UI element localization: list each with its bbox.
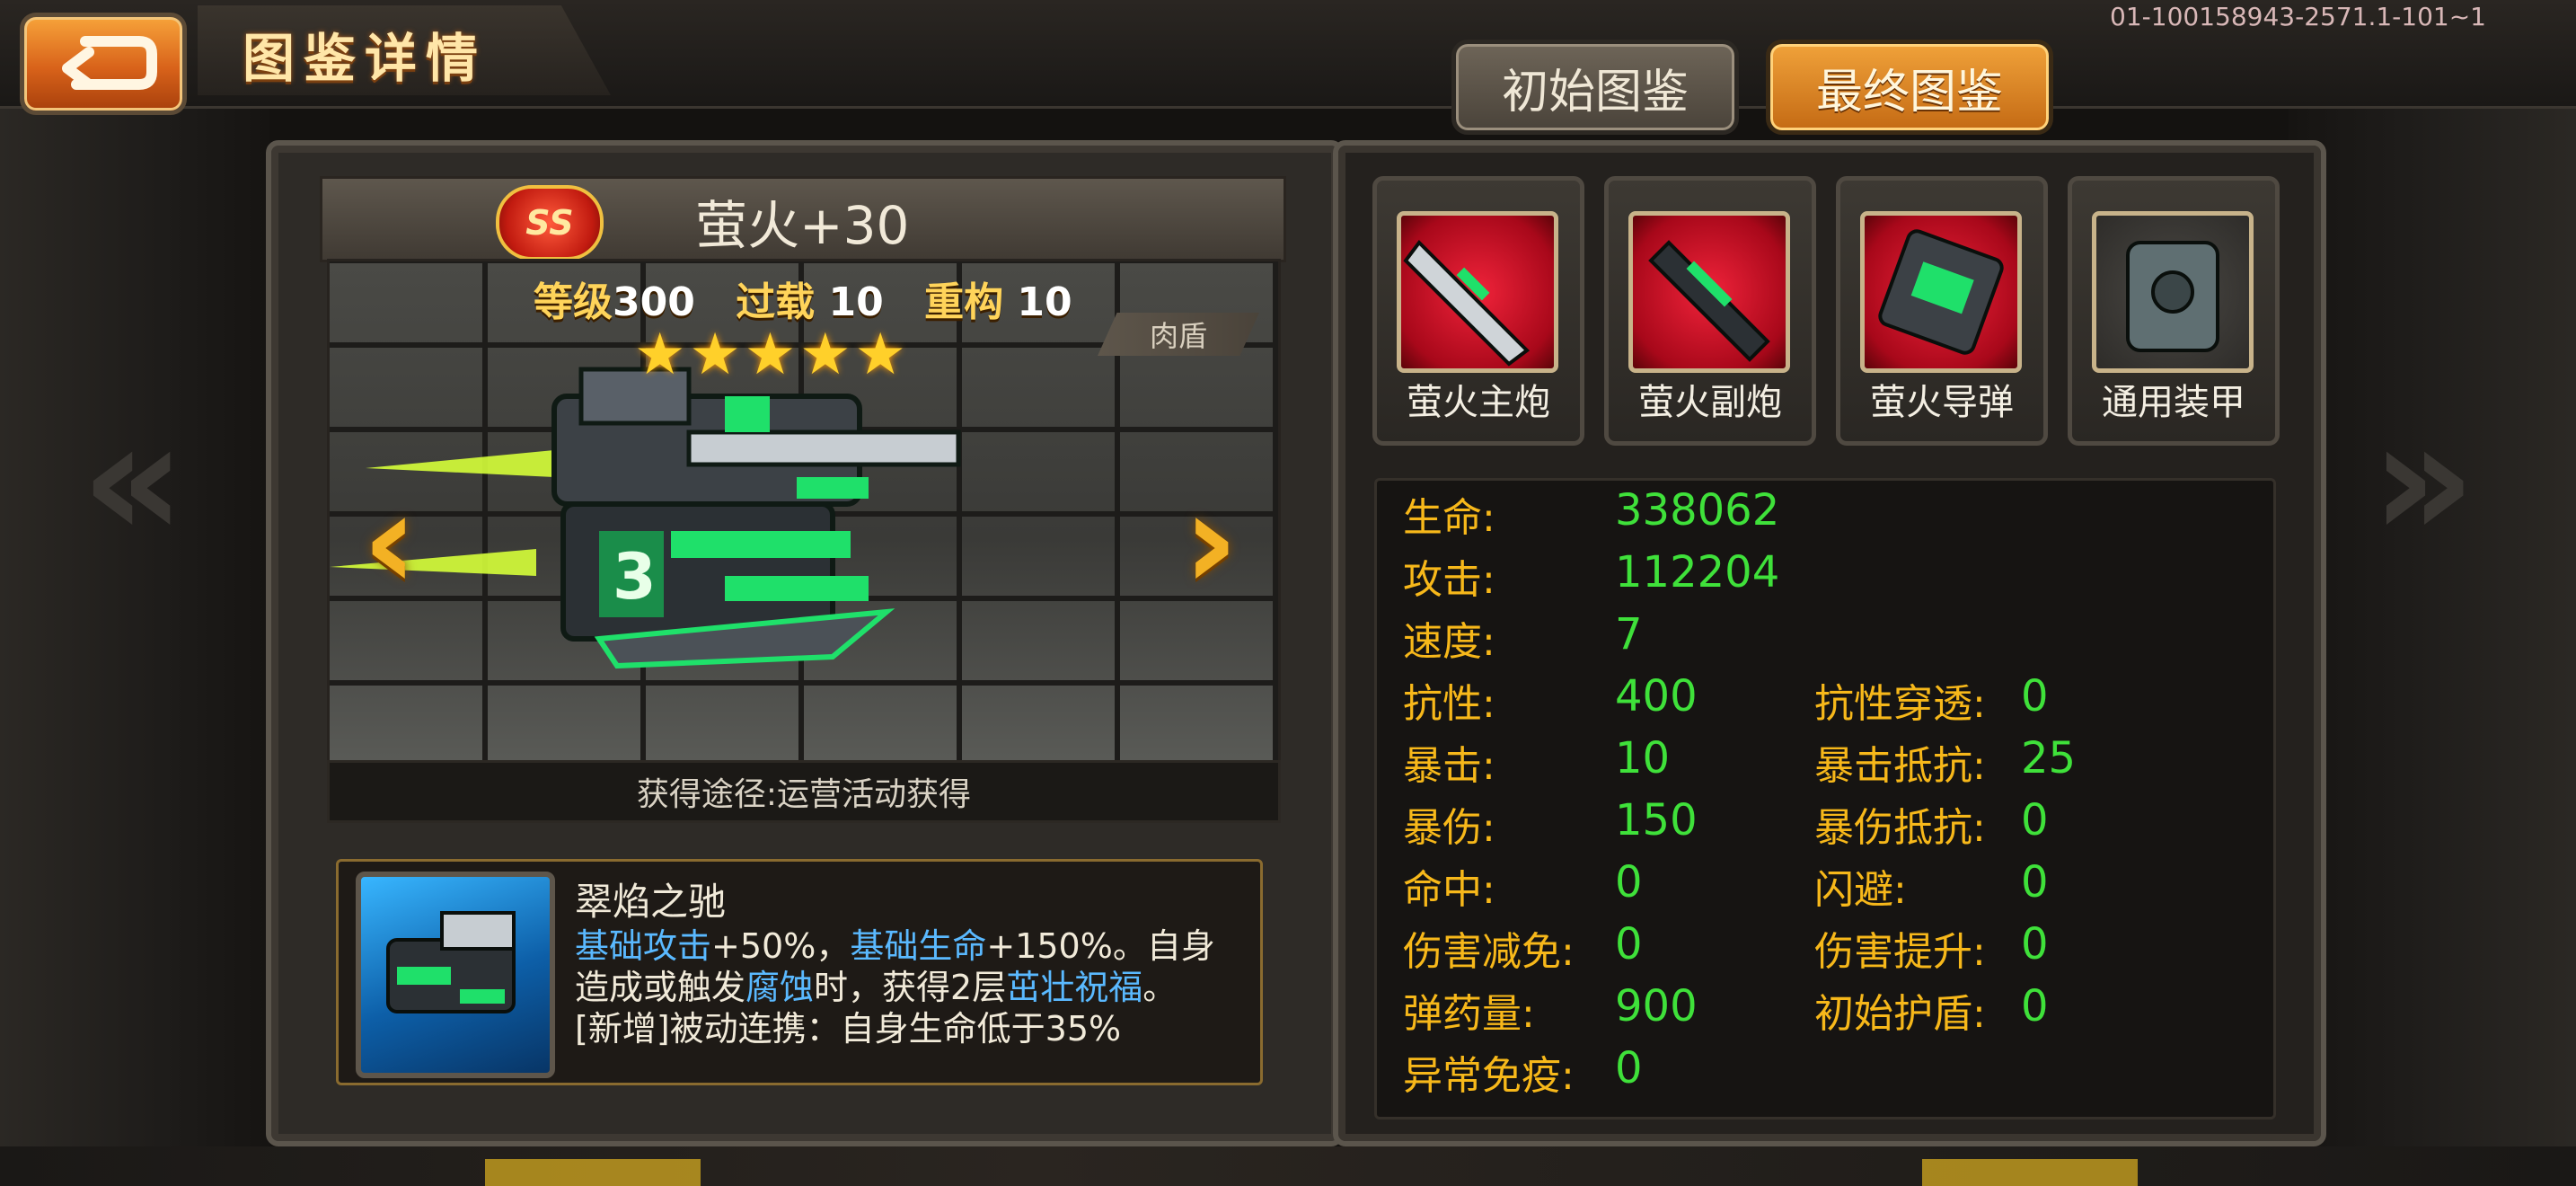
unit-stats-line: 等级300 过载 10 重构 10 bbox=[534, 270, 1072, 327]
stat-label: 暴伤抵抗: bbox=[1814, 805, 1986, 851]
floor-light bbox=[485, 1159, 701, 1186]
equip-label: 萤火主炮 bbox=[1407, 382, 1550, 423]
tab-initial-codex[interactable]: 初始图鉴 bbox=[1451, 40, 1739, 135]
stat-value: 0 bbox=[2021, 981, 2049, 1031]
stat-label: 异常免疫: bbox=[1403, 1053, 1575, 1099]
equip-label: 萤火副炮 bbox=[1638, 382, 1782, 423]
stat-label: 抗性穿透: bbox=[1814, 681, 1986, 727]
skill-text: [新增]被动连携：自身生命低于35% bbox=[575, 1009, 1122, 1049]
acquire-source: 获得途径:运营活动获得 bbox=[327, 760, 1281, 823]
equip-slot-main-cannon[interactable]: 萤火主炮 bbox=[1372, 176, 1584, 446]
tab-final-codex[interactable]: 最终图鉴 bbox=[1766, 40, 2053, 135]
hangar-wall-right bbox=[2289, 108, 2576, 1186]
role-tag: 肉盾 bbox=[1098, 313, 1259, 356]
svg-text:3: 3 bbox=[613, 540, 657, 614]
stat-label: 闪避: bbox=[1814, 867, 1907, 913]
stat-label: 暴击抵抗: bbox=[1814, 743, 1986, 789]
equip-slot-armor[interactable]: 通用装甲 bbox=[2068, 176, 2280, 446]
unit-name: 萤火+30 bbox=[695, 195, 910, 256]
star-icon: ★ bbox=[744, 322, 800, 388]
floor-light bbox=[1922, 1159, 2138, 1186]
build-id: 01-100158943-2571.1-101~1 bbox=[2110, 2, 2486, 31]
prev-unit-button[interactable]: ‹ bbox=[336, 464, 444, 620]
stat-label: 攻击: bbox=[1403, 557, 1495, 603]
next-unit-button[interactable]: › bbox=[1157, 464, 1265, 620]
stat-value: 150 bbox=[1615, 795, 1698, 845]
rebuild-label: 重构 bbox=[924, 279, 1004, 325]
back-button[interactable] bbox=[20, 13, 187, 115]
missile-icon bbox=[1860, 211, 2022, 373]
hangar-wall-left bbox=[0, 108, 269, 1186]
wall-chevron-left-icon: « bbox=[81, 386, 186, 574]
wall-chevron-right-icon: » bbox=[2371, 386, 2476, 574]
equip-slot-missile[interactable]: 萤火导弹 bbox=[1836, 176, 2048, 446]
stat-label: 弹药量: bbox=[1403, 991, 1535, 1037]
stat-value: 338062 bbox=[1615, 485, 1780, 535]
stat-label: 速度: bbox=[1403, 619, 1495, 665]
stat-label: 初始护盾: bbox=[1814, 991, 1986, 1037]
skill-tank-icon bbox=[386, 911, 516, 1013]
stat-value: 0 bbox=[1615, 919, 1643, 969]
rebuild-value: 10 bbox=[1017, 279, 1072, 325]
stat-label: 伤害提升: bbox=[1814, 929, 1986, 975]
main-cannon-icon bbox=[1397, 211, 1558, 373]
stat-value: 25 bbox=[2021, 733, 2077, 783]
skill-name: 翠焰之驰 bbox=[575, 880, 727, 924]
stat-value: 0 bbox=[2021, 919, 2049, 969]
stat-value: 0 bbox=[1615, 1043, 1643, 1093]
skill-keyword: 基础攻击 bbox=[575, 926, 712, 966]
stat-label: 命中: bbox=[1403, 867, 1495, 913]
star-icon: ★ bbox=[799, 322, 855, 388]
equip-label: 萤火导弹 bbox=[1870, 382, 2014, 423]
skill-text: +50%， bbox=[711, 926, 851, 966]
skill-text: 。 bbox=[1142, 968, 1178, 1007]
floor-strip bbox=[0, 1146, 2576, 1186]
stat-value: 7 bbox=[1615, 609, 1643, 659]
stat-value: 112204 bbox=[1615, 547, 1780, 597]
skill-text: 时，获得2层 bbox=[814, 968, 1007, 1007]
stat-label: 暴伤: bbox=[1403, 805, 1495, 851]
chevron-left-icon: ‹ bbox=[362, 464, 418, 620]
stat-value: 0 bbox=[2021, 671, 2049, 721]
level-label: 等级 bbox=[534, 279, 613, 325]
skill-keyword: 腐蚀 bbox=[745, 968, 815, 1007]
star-icon: ★ bbox=[689, 322, 745, 388]
armor-icon bbox=[2092, 211, 2254, 373]
overload-value: 10 bbox=[828, 279, 884, 325]
stat-value: 900 bbox=[1615, 981, 1698, 1031]
skill-keyword: 茁壮祝福 bbox=[1006, 968, 1143, 1007]
stat-label: 生命: bbox=[1403, 495, 1495, 541]
star-icon: ★ bbox=[634, 322, 690, 388]
stat-label: 暴击: bbox=[1403, 743, 1495, 789]
skill-description: 基础攻击+50%，基础生命+150%。自身造成或触发腐蚀时，获得2层茁壮祝福。[… bbox=[575, 925, 1222, 1060]
stat-value: 10 bbox=[1615, 733, 1671, 783]
skill-keyword: 基础生命 bbox=[850, 926, 987, 966]
stat-label: 抗性: bbox=[1403, 681, 1495, 727]
star-rating: ★★★★★ bbox=[634, 322, 910, 388]
sub-cannon-icon bbox=[1628, 211, 1790, 373]
back-arrow-icon bbox=[62, 36, 157, 90]
chevron-right-icon: › bbox=[1183, 464, 1239, 620]
star-icon: ★ bbox=[854, 322, 910, 388]
stat-value: 0 bbox=[1615, 857, 1643, 907]
level-value: 300 bbox=[613, 279, 695, 325]
skill-icon[interactable] bbox=[356, 872, 555, 1078]
equip-label: 通用装甲 bbox=[2102, 382, 2245, 423]
rank-badge: SS bbox=[496, 185, 604, 261]
overload-label: 过载 bbox=[736, 279, 816, 325]
equip-slot-sub-cannon[interactable]: 萤火副炮 bbox=[1604, 176, 1816, 446]
stat-value: 0 bbox=[2021, 795, 2049, 845]
stat-label: 伤害减免: bbox=[1403, 929, 1575, 975]
stat-value: 400 bbox=[1615, 671, 1698, 721]
stat-value: 0 bbox=[2021, 857, 2049, 907]
page-title: 图鉴详情 bbox=[243, 28, 488, 89]
